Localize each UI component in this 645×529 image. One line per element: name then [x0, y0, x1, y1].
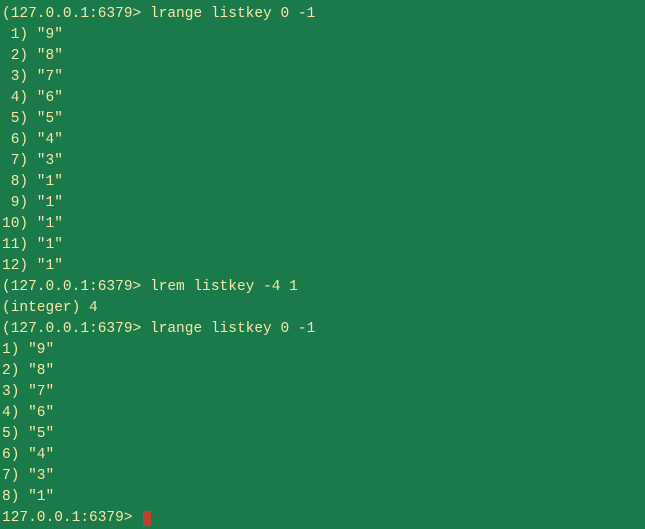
list-item: 5) "5"	[2, 109, 643, 130]
command-line-2: (127.0.0.1:6379> lrem listkey -4 1	[2, 277, 643, 298]
command-line-1: (127.0.0.1:6379> lrange listkey 0 -1	[2, 4, 643, 25]
list-item: 8) "1"	[2, 487, 643, 508]
list-item: 6) "4"	[2, 130, 643, 151]
list-item: 11) "1"	[2, 235, 643, 256]
prompt: (127.0.0.1:6379>	[2, 321, 141, 337]
list-item: 1) "9"	[2, 340, 643, 361]
current-prompt-line[interactable]: 127.0.0.1:6379>	[2, 508, 643, 529]
command: lrange listkey 0 -1	[150, 321, 315, 337]
list-item: 3) "7"	[2, 67, 643, 88]
list-item: 1) "9"	[2, 25, 643, 46]
prompt: (127.0.0.1:6379>	[2, 279, 141, 295]
list-item: 10) "1"	[2, 214, 643, 235]
output-list-1: 1) "9" 2) "8" 3) "7" 4) "6" 5) "5" 6) "4…	[2, 25, 643, 277]
list-item: 8) "1"	[2, 172, 643, 193]
list-item: 5) "5"	[2, 424, 643, 445]
list-item: 7) "3"	[2, 151, 643, 172]
list-item: 3) "7"	[2, 382, 643, 403]
list-item: 4) "6"	[2, 403, 643, 424]
list-item: 9) "1"	[2, 193, 643, 214]
output-list-3: 1) "9"2) "8"3) "7"4) "6"5) "5"6) "4"7) "…	[2, 340, 643, 508]
list-item: 6) "4"	[2, 445, 643, 466]
output-integer: (integer) 4	[2, 298, 643, 319]
list-item: 7) "3"	[2, 466, 643, 487]
command: lrange listkey 0 -1	[150, 6, 315, 22]
list-item: 4) "6"	[2, 88, 643, 109]
list-item: 2) "8"	[2, 46, 643, 67]
list-item: 12) "1"	[2, 256, 643, 277]
command: lrem listkey -4 1	[150, 279, 298, 295]
terminal[interactable]: (127.0.0.1:6379> lrange listkey 0 -1 1) …	[2, 4, 643, 529]
prompt: (127.0.0.1:6379>	[2, 6, 141, 22]
cursor	[143, 511, 151, 526]
list-item: 2) "8"	[2, 361, 643, 382]
command-line-3: (127.0.0.1:6379> lrange listkey 0 -1	[2, 319, 643, 340]
